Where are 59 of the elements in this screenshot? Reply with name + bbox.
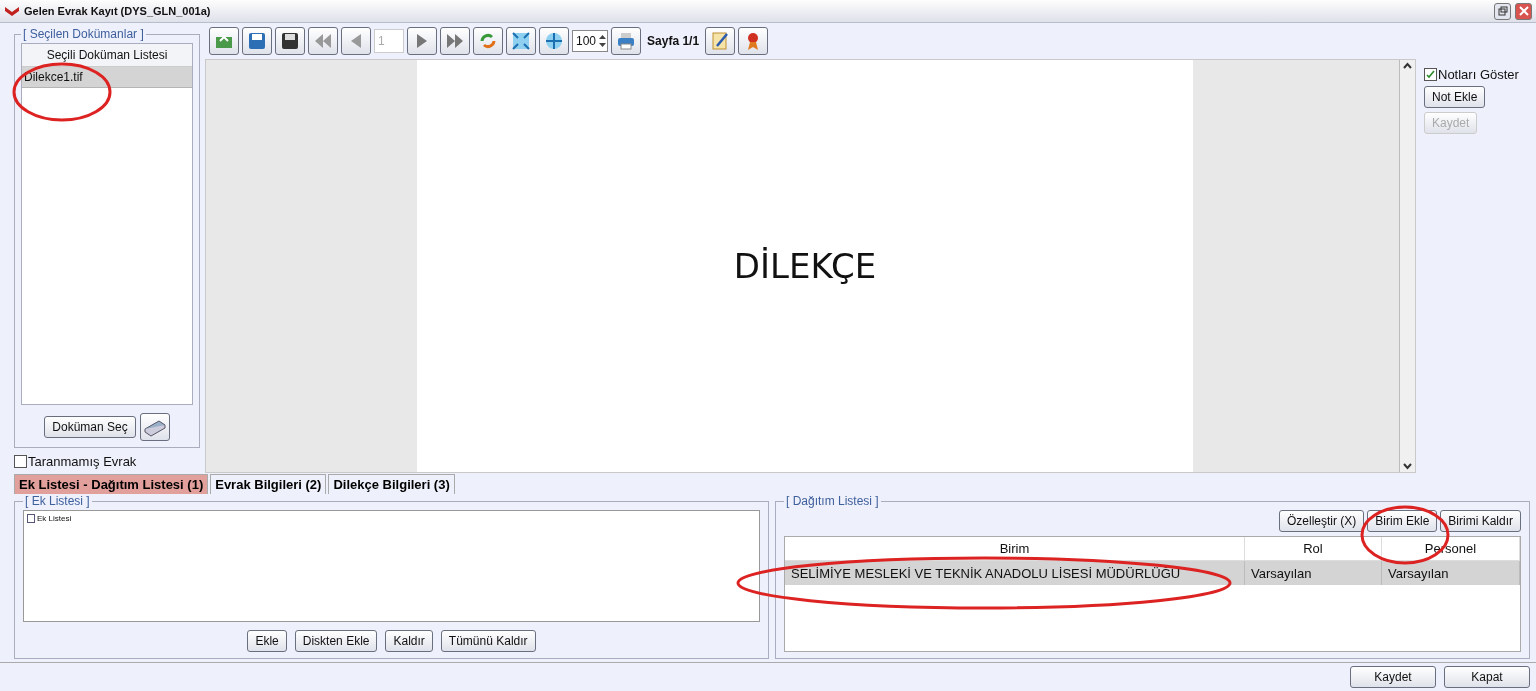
- show-notes-checkbox[interactable]: Notları Göster: [1424, 67, 1519, 82]
- distribution-button[interactable]: Birimi Kaldır: [1440, 510, 1521, 532]
- tree-item[interactable]: Ek Listesi: [24, 511, 75, 526]
- panel-title: [ Ek Listesi ]: [24, 494, 91, 508]
- next-page-button[interactable]: [407, 27, 437, 55]
- zoom-button[interactable]: [539, 27, 569, 55]
- save-as-button[interactable]: [275, 27, 305, 55]
- print-button[interactable]: [611, 27, 642, 55]
- app-logo-icon: [4, 5, 20, 17]
- table-row[interactable]: SELİMİYE MESLEKİ VE TEKNİK ANADOLU LİSESİ MÜDÜRLÜĞÜ Varsayılan Varsayılan: [785, 561, 1520, 585]
- choose-document-button[interactable]: Doküman Seç: [44, 416, 136, 438]
- document-list-item[interactable]: Dilekce1.tif: [22, 67, 192, 88]
- attachment-button[interactable]: Ekle: [247, 630, 287, 652]
- first-page-button[interactable]: [308, 27, 338, 55]
- fit-icon: [510, 30, 532, 52]
- footer-button[interactable]: Kapat: [1444, 666, 1530, 688]
- save-button[interactable]: [242, 27, 272, 55]
- page-label: Sayfa 1/1: [647, 34, 700, 48]
- panel-title: [ Dağıtım Listesi ]: [785, 494, 880, 508]
- save-icon: [246, 30, 268, 52]
- restore-button[interactable]: [1494, 2, 1511, 20]
- distribution-button[interactable]: Birim Ekle: [1367, 510, 1438, 532]
- close-button[interactable]: [1515, 2, 1532, 20]
- zoom-spinner[interactable]: 100: [572, 30, 609, 52]
- attachment-button[interactable]: Tümünü Kaldır: [440, 630, 536, 652]
- tab[interactable]: Dilekçe Bilgileri (3): [328, 474, 455, 494]
- zoom-icon: [543, 30, 565, 52]
- window-title: Gelen Evrak Kayıt (DYS_GLN_001a): [24, 5, 212, 17]
- footer-button[interactable]: Kaydet: [1350, 666, 1436, 688]
- unscanned-checkbox[interactable]: Taranmamış Evrak: [14, 454, 137, 469]
- attachment-button[interactable]: Kaldır: [385, 630, 433, 652]
- attachment-button[interactable]: Diskten Ekle: [294, 630, 378, 652]
- panel-title: [ Seçilen Dokümanlar ]: [22, 27, 145, 41]
- spinner-arrows-icon: [598, 33, 608, 49]
- table-cell: SELİMİYE MESLEKİ VE TEKNİK ANADOLU LİSESİ MÜDÜRLÜĞÜ: [785, 561, 1245, 585]
- scanner-button[interactable]: [139, 413, 170, 441]
- document-heading: DİLEKÇE: [733, 246, 877, 286]
- note-button[interactable]: Not Ekle: [1424, 86, 1486, 108]
- list-header: Seçili Doküman Listesi: [22, 44, 192, 67]
- tab[interactable]: Evrak Bilgileri (2): [210, 474, 327, 494]
- previous-page-button[interactable]: [341, 27, 371, 55]
- table-cell: Varsayılan: [1382, 561, 1520, 585]
- vertical-scrollbar[interactable]: [1399, 60, 1415, 472]
- check-icon: [1426, 70, 1435, 79]
- distribution-button[interactable]: Özelleştir (X): [1278, 510, 1365, 532]
- tab[interactable]: Ek Listesi - Dağıtım Listesi (1): [14, 474, 209, 494]
- saveas-icon: [279, 30, 301, 52]
- open-button[interactable]: [209, 27, 239, 55]
- scroll-down-icon: [1402, 461, 1413, 472]
- annotate-button[interactable]: [705, 27, 736, 55]
- scroll-up-icon: [1402, 60, 1413, 71]
- document-icon: [27, 514, 35, 523]
- table-cell: Varsayılan: [1245, 561, 1382, 585]
- fit-page-button[interactable]: [506, 27, 536, 55]
- restore-icon: [1497, 6, 1508, 16]
- rotate-button[interactable]: [473, 27, 503, 55]
- last-page-button[interactable]: [440, 27, 470, 55]
- certificate-button[interactable]: [738, 27, 769, 55]
- close-icon: [1518, 6, 1529, 16]
